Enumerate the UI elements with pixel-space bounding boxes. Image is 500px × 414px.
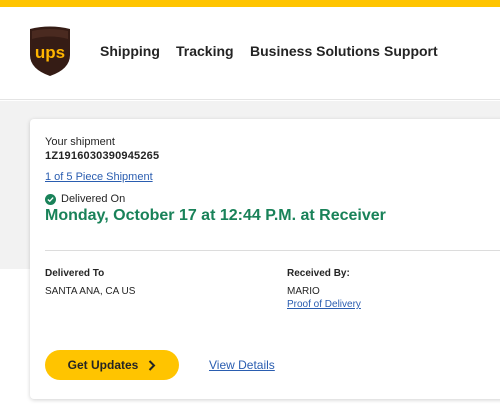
received-by-value: MARIO [287, 286, 320, 297]
nav-support[interactable]: Support [384, 43, 438, 59]
view-details-link[interactable]: View Details [209, 358, 275, 372]
delivered-to-label: Delivered To [45, 268, 105, 279]
chevron-right-icon [149, 359, 156, 371]
shipment-heading: Your shipment [45, 136, 115, 148]
status-label: Delivered On [61, 193, 126, 205]
shipment-card: Your shipment 1Z1916030390945265 1 of 5 … [30, 119, 500, 399]
piece-shipment-link[interactable]: 1 of 5 Piece Shipment [45, 171, 153, 183]
check-circle-icon [45, 193, 56, 205]
ups-logo[interactable]: ups [28, 25, 72, 77]
proof-of-delivery-link[interactable]: Proof of Delivery [287, 299, 361, 310]
tracking-number: 1Z1916030390945265 [45, 150, 160, 162]
delivered-to-value: SANTA ANA, CA US [45, 286, 136, 297]
delivered-date: Monday, October 17 at 12:44 P.M. at Rece… [45, 207, 386, 224]
ups-logo-text: ups [35, 43, 65, 62]
nav-business-solutions[interactable]: Business Solutions [250, 43, 380, 59]
get-updates-label: Get Updates [67, 358, 139, 372]
divider [45, 250, 500, 251]
site-header: ups Shipping Tracking Business Solutions… [0, 7, 500, 100]
received-by-label: Received By: [287, 268, 350, 279]
nav-shipping[interactable]: Shipping [100, 43, 160, 59]
nav-tracking[interactable]: Tracking [176, 43, 234, 59]
get-updates-button[interactable]: Get Updates [45, 350, 179, 380]
top-accent-bar [0, 0, 500, 7]
delivery-status: Delivered On [45, 193, 125, 205]
